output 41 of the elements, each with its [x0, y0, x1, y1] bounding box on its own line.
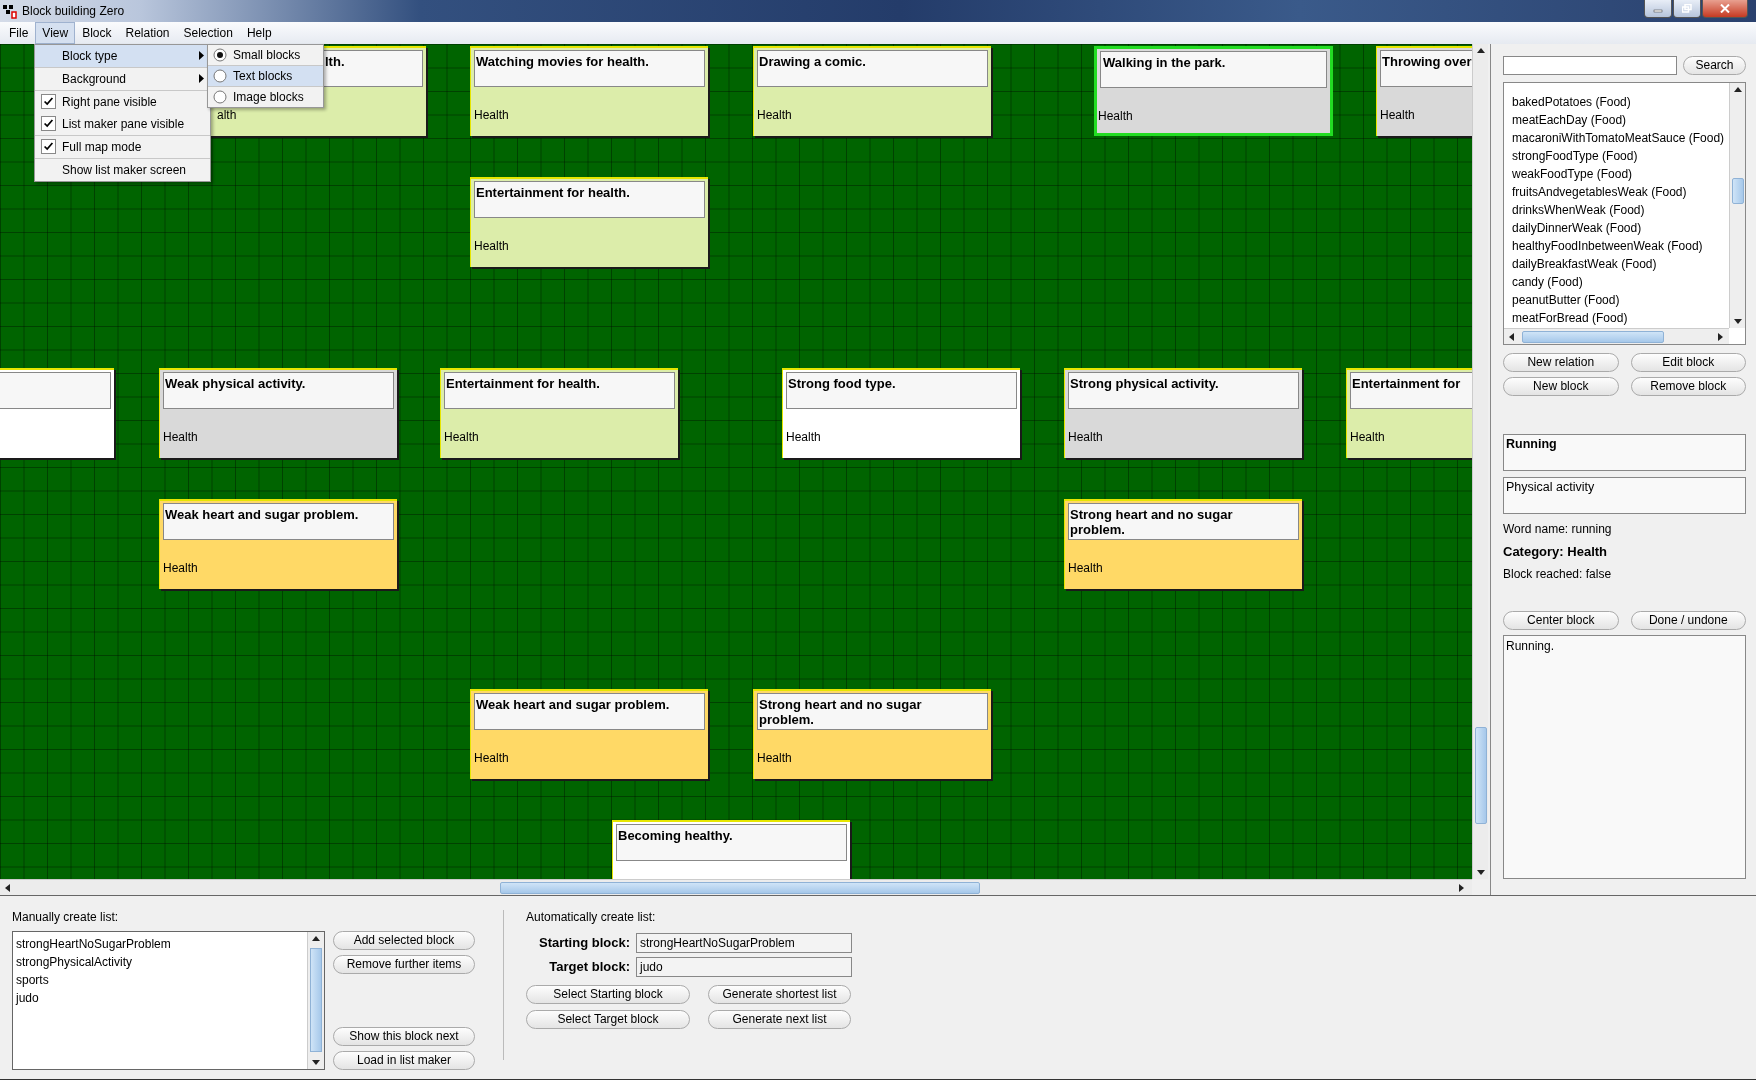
block-title: Walking in the park.: [1103, 54, 1226, 70]
block-category: Health: [474, 107, 509, 122]
block-category: Health: [163, 560, 198, 575]
block-title: Strong heart and no sugar problem.: [759, 696, 923, 727]
block-title: Weak heart and sugar problem.: [165, 506, 359, 522]
block-title: Weak heart and sugar problem.: [476, 696, 670, 712]
block-category: Health: [163, 429, 198, 444]
block-title: Strong food type.: [788, 375, 896, 391]
block-category: Health: [757, 107, 792, 122]
block-title: Weak physical activity.: [165, 375, 306, 391]
category-label: Category: Health: [1503, 543, 1609, 559]
block-title: Becoming healthy.: [618, 827, 733, 843]
section-label: Manually create list:: [12, 909, 120, 924]
field-label: Starting block:: [538, 935, 630, 951]
block-category: Health: [1380, 107, 1415, 122]
block-subtitle-field: Physical activity: [1503, 476, 1746, 514]
block-category: Health: [1068, 560, 1103, 575]
block-category: Health: [474, 238, 509, 253]
block-title: Watching movies for health.: [476, 53, 649, 69]
block-title-field: Running: [1503, 433, 1746, 471]
block-category: Health: [786, 429, 821, 444]
block-category: Health: [1068, 429, 1103, 444]
block-title: Strong physical activity.: [1070, 375, 1219, 391]
block-title: Drawing a comic.: [759, 53, 866, 69]
block-title: Entertainment for health.: [476, 184, 630, 200]
block-category: Health: [1350, 429, 1385, 444]
block-reached-label: Block reached: false: [1503, 566, 1613, 581]
block-title: Throwing over: [1382, 53, 1472, 69]
block-title: Entertainment for health.: [446, 375, 600, 391]
field-label: Target block:: [548, 959, 630, 975]
block-title: Entertainment for: [1352, 375, 1461, 391]
section-label: Automatically create list:: [526, 909, 657, 924]
block-category: Health: [1098, 108, 1133, 123]
block-category: Health: [757, 750, 792, 765]
block-category: Health: [444, 429, 479, 444]
block-title: Strong heart and no sugar problem.: [1070, 506, 1234, 537]
block-category: Health: [474, 750, 509, 765]
word-name-label: Word name: running: [1503, 521, 1613, 536]
block-category: alth: [217, 107, 237, 122]
window-title: Block building Zero: [22, 3, 125, 18]
block-title: lth.: [325, 53, 345, 69]
